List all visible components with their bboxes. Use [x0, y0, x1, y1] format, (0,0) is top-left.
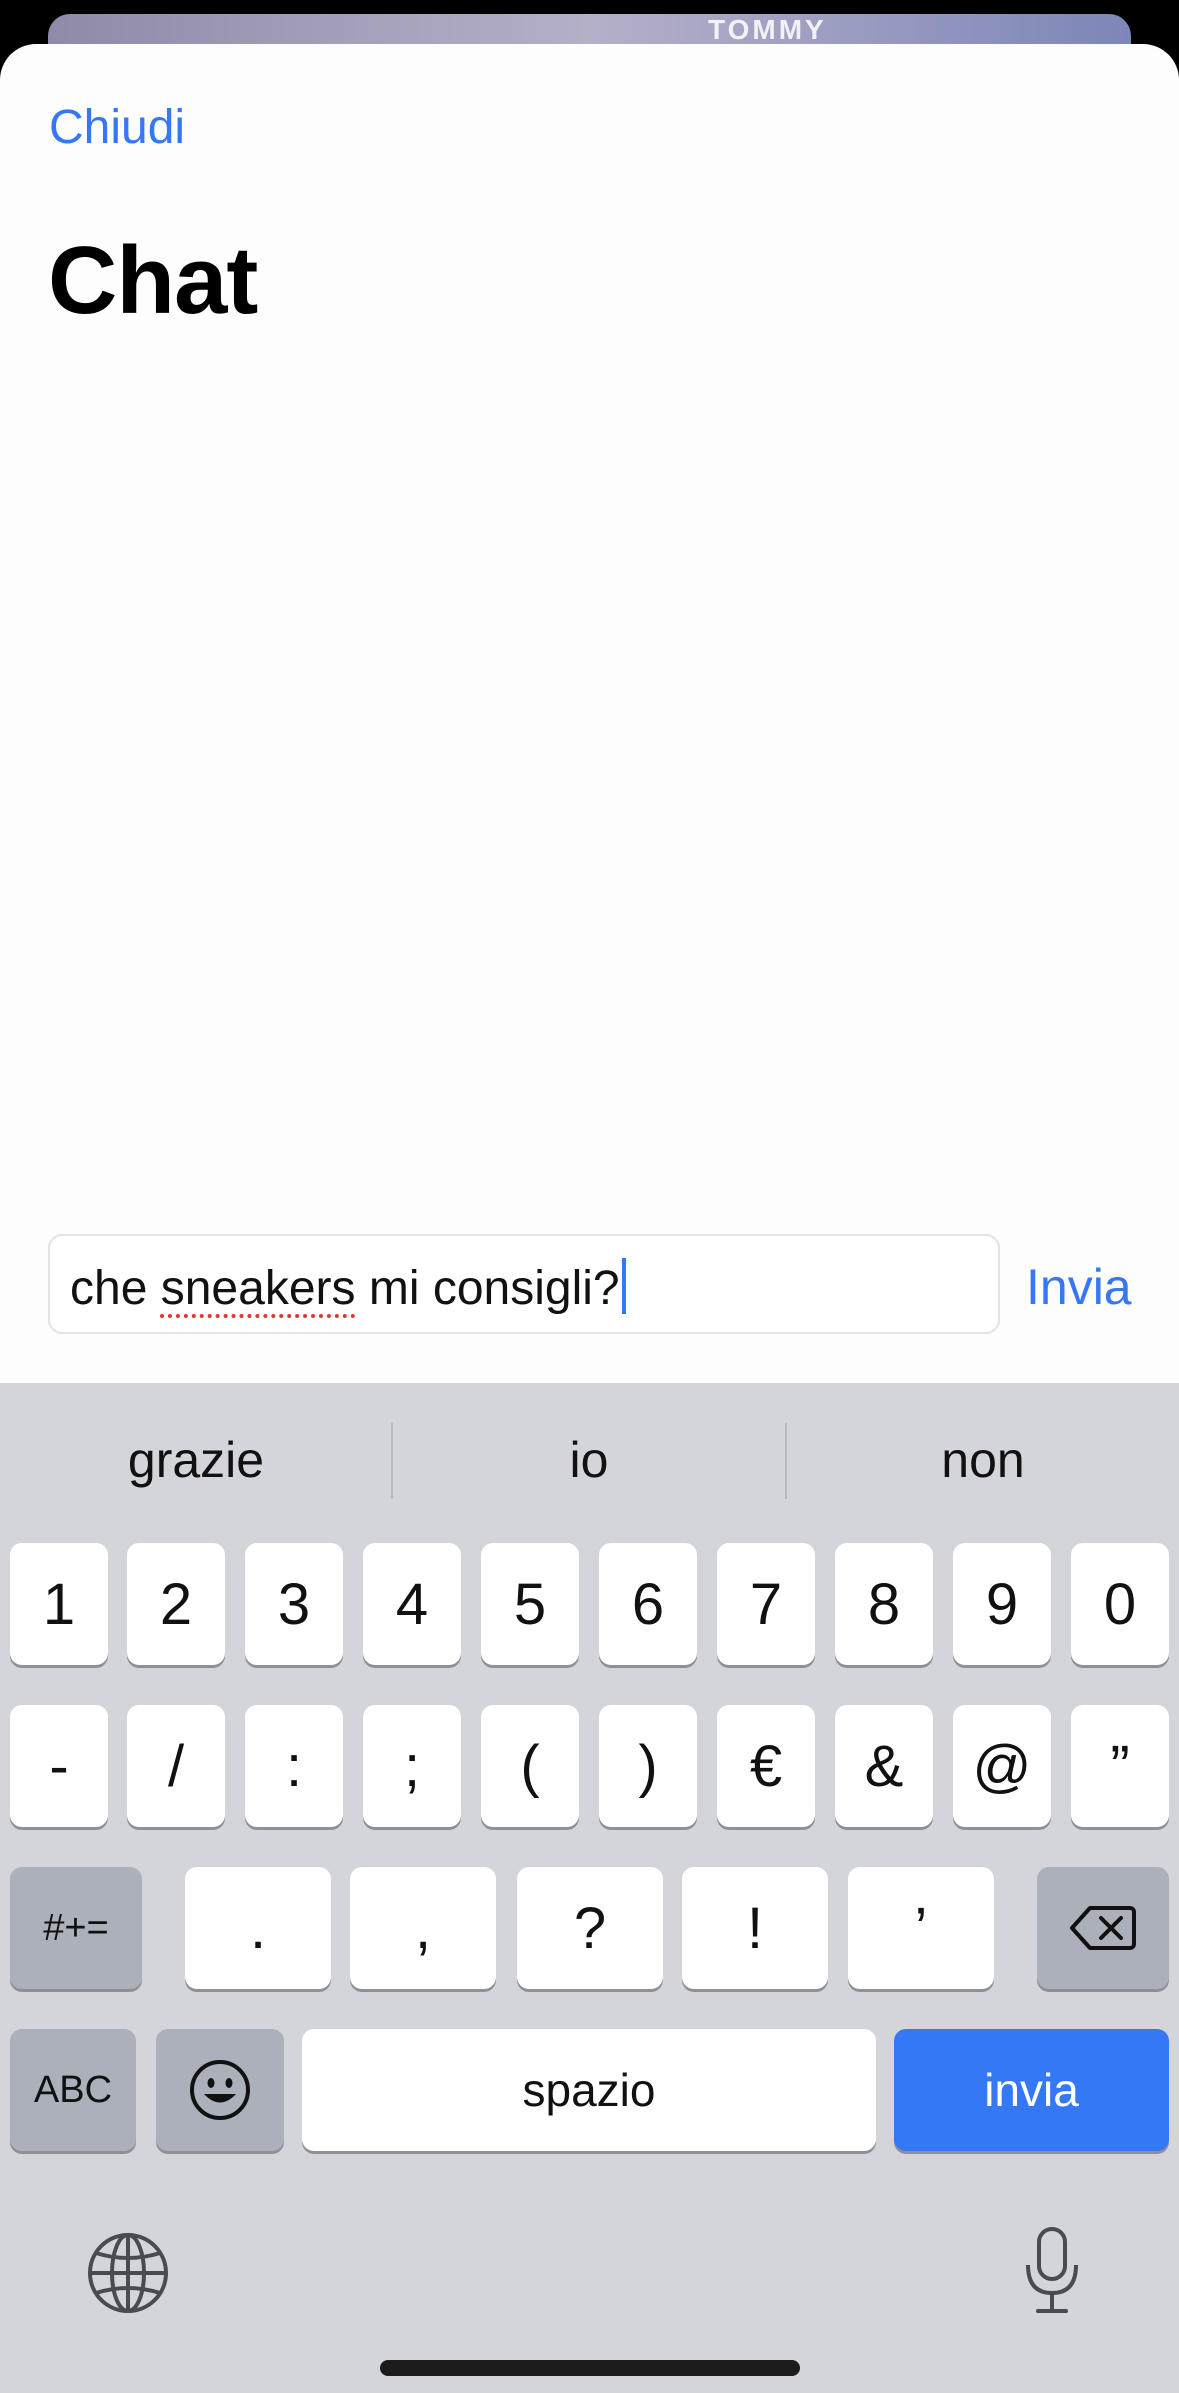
message-text-end: mi consigli?	[355, 1262, 620, 1315]
key-open-paren[interactable]: (	[481, 1705, 579, 1827]
keyboard: grazie io non 1 2 3 4 5 6 7 8 9 0 - / : …	[0, 1383, 1179, 2393]
key-3[interactable]: 3	[245, 1543, 343, 1665]
key-semicolon[interactable]: ;	[363, 1705, 461, 1827]
key-exclamation[interactable]: !	[682, 1867, 828, 1989]
key-8[interactable]: 8	[835, 1543, 933, 1665]
key-at[interactable]: @	[953, 1705, 1051, 1827]
space-key[interactable]: spazio	[302, 2029, 876, 2151]
key-9[interactable]: 9	[953, 1543, 1051, 1665]
key-period[interactable]: .	[185, 1867, 331, 1989]
text-caret	[621, 1258, 626, 1314]
suggestion-3[interactable]: non	[787, 1431, 1179, 1489]
key-6[interactable]: 6	[599, 1543, 697, 1665]
key-colon[interactable]: :	[245, 1705, 343, 1827]
backspace-icon	[1070, 1906, 1136, 1950]
key-question[interactable]: ?	[517, 1867, 663, 1989]
home-indicator[interactable]	[380, 2360, 800, 2376]
misspelled-word[interactable]: sneakers	[161, 1262, 356, 1315]
key-comma[interactable]: ,	[350, 1867, 496, 1989]
key-slash[interactable]: /	[127, 1705, 225, 1827]
backspace-key[interactable]	[1037, 1867, 1169, 1989]
key-quote[interactable]: ”	[1071, 1705, 1169, 1827]
key-ampersand[interactable]: &	[835, 1705, 933, 1827]
send-button[interactable]: Invia	[1026, 1258, 1132, 1316]
emoji-icon	[190, 2060, 250, 2120]
key-0[interactable]: 0	[1071, 1543, 1169, 1665]
background-brand-text: TOMMY	[708, 14, 827, 45]
globe-icon[interactable]	[86, 2231, 170, 2315]
suggestion-1[interactable]: grazie	[0, 1431, 392, 1489]
key-4[interactable]: 4	[363, 1543, 461, 1665]
suggestion-2[interactable]: io	[393, 1431, 785, 1489]
key-7[interactable]: 7	[717, 1543, 815, 1665]
page-title: Chat	[48, 227, 258, 334]
key-abc[interactable]: ABC	[10, 2029, 136, 2151]
key-hyphen[interactable]: -	[10, 1705, 108, 1827]
emoji-key[interactable]	[156, 2029, 284, 2151]
key-5[interactable]: 5	[481, 1543, 579, 1665]
message-text-start: che	[70, 1262, 161, 1315]
key-euro[interactable]: €	[717, 1705, 815, 1827]
return-key[interactable]: invia	[894, 2029, 1169, 2151]
message-input-text: che sneakers mi consigli?	[70, 1258, 626, 1316]
message-input[interactable]: che sneakers mi consigli?	[48, 1234, 1000, 1334]
key-apostrophe[interactable]: ’	[848, 1867, 994, 1989]
key-more-symbols[interactable]: #+=	[10, 1867, 142, 1989]
close-button[interactable]: Chiudi	[49, 100, 185, 155]
key-2[interactable]: 2	[127, 1543, 225, 1665]
microphone-icon[interactable]	[1022, 2225, 1082, 2317]
key-1[interactable]: 1	[10, 1543, 108, 1665]
key-close-paren[interactable]: )	[599, 1705, 697, 1827]
